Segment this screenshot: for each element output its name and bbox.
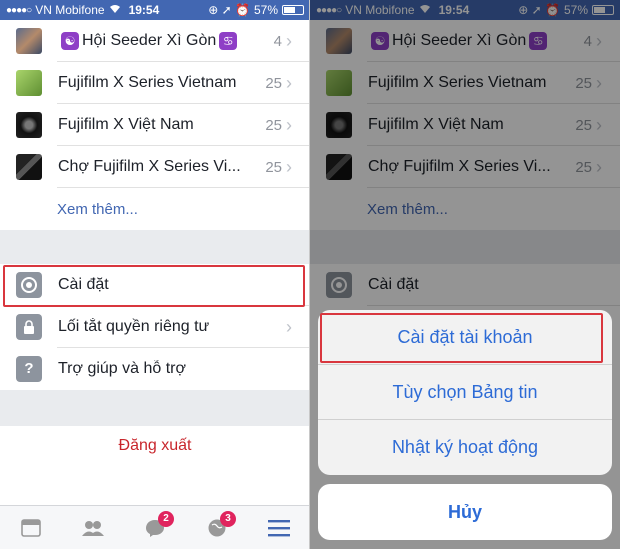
yin-yang-icon: ☯ (61, 31, 79, 50)
tab-bar: 2 3 (0, 505, 310, 549)
battery-percent: 57% (253, 3, 278, 17)
signal-strength: ●●●●○ (6, 4, 32, 16)
group-row-fujifilm-vietnam[interactable]: Fujifilm X Series Vietnam 25 › (0, 62, 310, 104)
carrier-name: VN Mobifone (35, 3, 105, 17)
right-screen: ●●●●○ VN Mobifone 19:54 ⊕ ➚ ⏰ 57% ☯ Hội S… (310, 0, 620, 549)
group-count: 25 (265, 158, 282, 176)
section-divider (0, 230, 310, 264)
section-divider (0, 390, 310, 426)
news-feed-icon (21, 518, 41, 537)
tab-friend-requests[interactable] (78, 513, 108, 543)
notifications-badge: 3 (220, 510, 236, 527)
group-name: Fujifilm X Việt Nam (58, 116, 194, 133)
group-row-cho-fujifilm[interactable]: Chợ Fujifilm X Series Vi... 25 › (0, 146, 310, 188)
chevron-right-icon: › (286, 72, 292, 93)
group-row-hoi-seeder[interactable]: ☯ Hội Seeder Xì Gòn ♋ 4 › (0, 20, 310, 62)
status-bar: ●●●●○ VN Mobifone 19:54 ⊕ ➚ ⏰ 57% (0, 0, 310, 20)
cancel-button[interactable]: Hủy (318, 484, 612, 540)
group-thumbnail (16, 112, 42, 138)
left-screen: ●●●●○ VN Mobifone 19:54 ⊕ ➚ ⏰ 57% ☯ Hội S… (0, 0, 310, 549)
status-icons: ⊕ ➚ ⏰ (208, 3, 250, 17)
panel-divider (309, 0, 310, 549)
tab-messages[interactable]: 2 (140, 510, 174, 543)
highlight-box-settings (3, 265, 305, 307)
see-more-link[interactable]: Xem thêm... (0, 188, 310, 230)
logout-button[interactable]: Đăng xuất (0, 426, 310, 466)
chevron-right-icon: › (286, 156, 292, 177)
group-row-fujifilm-viet-nam[interactable]: Fujifilm X Việt Nam 25 › (0, 104, 310, 146)
clock: 19:54 (128, 3, 160, 17)
help-item[interactable]: ? Trợ giúp và hỗ trợ (0, 348, 310, 390)
chevron-right-icon: › (286, 316, 292, 337)
question-icon: ? (16, 356, 42, 382)
privacy-shortcuts-item[interactable]: Lối tắt quyền riêng tư › (0, 306, 310, 348)
messages-badge: 2 (158, 510, 174, 527)
news-feed-preferences-option[interactable]: Tùy chọn Bảng tin (318, 365, 612, 420)
chevron-right-icon: › (286, 114, 292, 135)
privacy-shortcuts-label: Lối tắt quyền riêng tư (58, 318, 210, 335)
battery-icon (282, 5, 304, 15)
help-label: Trợ giúp và hỗ trợ (58, 360, 186, 377)
highlight-box-account-settings (320, 313, 603, 363)
friends-icon (82, 520, 104, 536)
group-name: Fujifilm X Series Vietnam (58, 74, 237, 91)
tab-news-feed[interactable] (16, 513, 46, 543)
hamburger-menu-icon (268, 519, 290, 536)
group-thumbnail (16, 28, 42, 54)
menu-list: ☯ Hội Seeder Xì Gòn ♋ 4 › Fujifilm X Serie… (0, 20, 310, 466)
group-count: 4 (273, 32, 282, 50)
group-thumbnail (16, 154, 42, 180)
chevron-right-icon: › (286, 30, 292, 51)
tab-notifications[interactable]: 3 (202, 510, 236, 543)
group-name: Chợ Fujifilm X Series Vi... (58, 158, 241, 175)
group-count: 25 (265, 74, 282, 92)
group-thumbnail (16, 70, 42, 96)
activity-log-option[interactable]: Nhật ký hoạt động (318, 420, 612, 475)
crab-icon: ♋ (219, 31, 238, 50)
group-name: Hội Seeder Xì Gòn (82, 32, 217, 50)
wifi-icon (109, 3, 121, 17)
lock-icon (16, 314, 42, 340)
group-count: 25 (265, 116, 282, 134)
tab-menu[interactable] (264, 513, 294, 543)
